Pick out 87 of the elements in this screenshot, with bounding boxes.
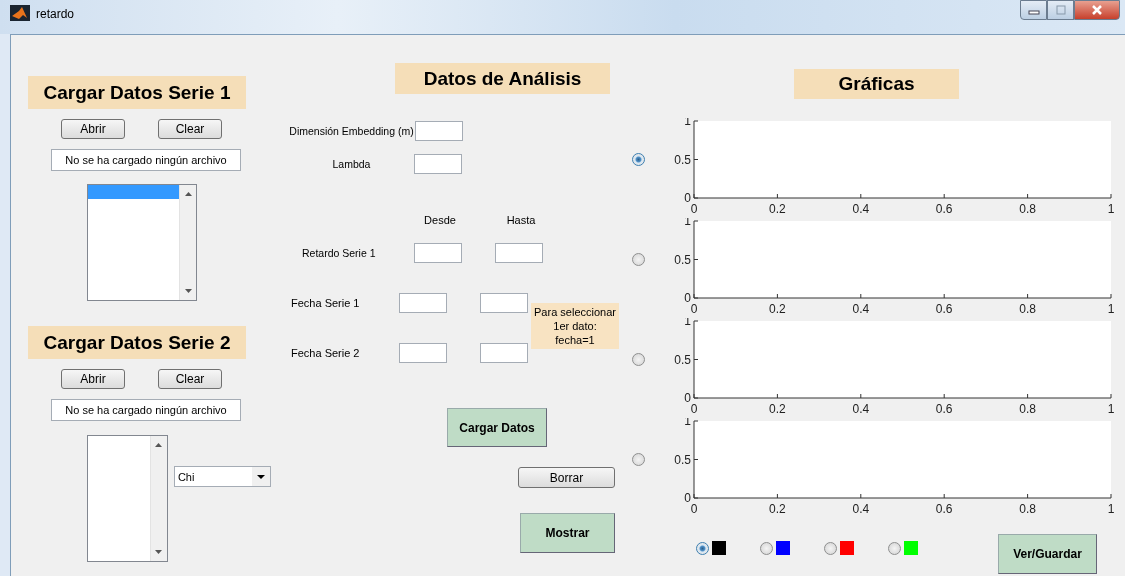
maximize-icon (1054, 5, 1067, 15)
close-button[interactable] (1074, 0, 1120, 20)
section-heading: Cargar Datos Serie 1 (28, 76, 246, 109)
window-title: retardo (36, 7, 75, 21)
tick-label: 0 (684, 391, 691, 405)
tick-label: 0 (690, 302, 698, 316)
tick-label: 0 (684, 491, 691, 505)
tick-label: 0 (690, 202, 698, 216)
maximize-button[interactable] (1047, 0, 1074, 20)
tick-label: 0.8 (1019, 302, 1036, 316)
tick-label: 0.5 (674, 152, 691, 167)
tick-label: 0.5 (674, 252, 691, 267)
tick-label: 0.4 (852, 202, 870, 216)
listbox[interactable] (87, 435, 168, 562)
hint-note: Para seleccionar 1er dato: fecha=1 (531, 303, 619, 349)
tick-label: 1 (1107, 502, 1115, 516)
tick-label: 0.5 (674, 452, 691, 467)
tick-label: 0 (684, 291, 691, 305)
radio-button[interactable] (760, 541, 773, 555)
open-button[interactable]: Abrir (61, 369, 125, 389)
close-icon (1091, 5, 1103, 15)
listbox[interactable] (87, 184, 197, 301)
app-icon (10, 5, 30, 21)
field-label: Retardo Serie 1 (301, 247, 377, 259)
tick-label: 1 (1107, 302, 1115, 316)
tick-label: 0.6 (935, 302, 953, 316)
field-label: Lambda (331, 158, 372, 170)
input-field[interactable] (415, 121, 463, 141)
open-button[interactable]: Abrir (61, 119, 125, 139)
minimize-button[interactable] (1020, 0, 1047, 20)
tick-label: 0.2 (769, 302, 786, 316)
radio-button[interactable] (696, 541, 709, 555)
section-heading: Datos de Análisis (395, 63, 610, 94)
field-label: Fecha Serie 2 (291, 347, 361, 359)
tick-label: 0.6 (935, 202, 953, 216)
radio-button[interactable] (632, 253, 645, 266)
radio-button[interactable] (888, 541, 901, 555)
radio-button[interactable] (632, 453, 645, 466)
clear-button[interactable]: Clear (158, 119, 222, 139)
tick-label: 0.2 (769, 202, 786, 216)
tick-label: 0.2 (769, 502, 786, 516)
clear-button[interactable]: Clear (158, 369, 222, 389)
dropdown[interactable]: Chi (173, 466, 271, 487)
scroll-down-icon (155, 550, 163, 554)
tick-label: 0.5 (674, 352, 691, 367)
section-heading: Gráficas (794, 69, 959, 99)
tick-label: 0 (690, 402, 698, 416)
tick-label: 0 (684, 191, 691, 205)
dropdown-arrow-icon (257, 474, 265, 479)
tick-label: 1 (1107, 402, 1115, 416)
status-field: No se ha cargado ningún archivo (51, 149, 241, 171)
input-field[interactable] (399, 293, 447, 313)
field-label: Dimensión Embedding (m) (289, 125, 414, 137)
tick-label: 0.4 (852, 502, 870, 516)
status-field: No se ha cargado ningún archivo (51, 399, 241, 421)
input-field[interactable] (414, 154, 462, 174)
clear-button[interactable]: Borrar (518, 467, 615, 488)
scrollbar[interactable] (179, 185, 196, 300)
section-heading: Cargar Datos Serie 2 (28, 326, 246, 359)
tick-label: 0.2 (769, 402, 786, 416)
scroll-up-icon (155, 443, 163, 447)
tick-label: 1 (1107, 202, 1115, 216)
radio-button[interactable] (824, 541, 837, 555)
tick-label: 0 (690, 502, 698, 516)
input-field[interactable] (480, 343, 528, 363)
scroll-up-icon (184, 192, 192, 196)
input-field[interactable] (480, 293, 528, 313)
scroll-down-icon (184, 289, 192, 293)
tick-label: 0.6 (935, 502, 953, 516)
load-data-button[interactable]: Cargar Datos (447, 408, 547, 447)
tick-label: 0.8 (1019, 502, 1036, 516)
tick-label: 0.4 (852, 302, 870, 316)
input-field[interactable] (414, 243, 462, 263)
tick-label: 0.4 (852, 402, 870, 416)
tick-label: 0.8 (1019, 402, 1036, 416)
tick-label: 0.6 (935, 402, 953, 416)
view-save-button[interactable]: Ver/Guardar (998, 534, 1097, 574)
scrollbar[interactable] (149, 436, 167, 561)
field-label: Fecha Serie 1 (291, 297, 361, 309)
input-field[interactable] (399, 343, 447, 363)
tick-label: 0.8 (1019, 202, 1036, 216)
column-label: Hasta (505, 214, 537, 226)
radio-button[interactable] (632, 353, 645, 366)
show-button[interactable]: Mostrar (520, 513, 615, 553)
radio-button[interactable] (632, 153, 645, 166)
input-field[interactable] (495, 243, 543, 263)
column-label: Desde (423, 214, 457, 226)
